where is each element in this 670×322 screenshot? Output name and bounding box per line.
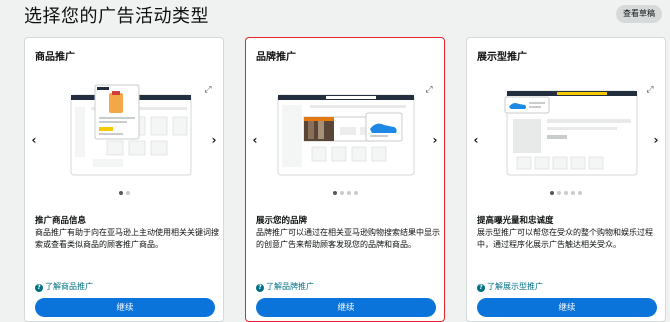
ad-preview-illustration xyxy=(277,94,415,176)
expand-icon[interactable]: ⤢ xyxy=(645,85,655,95)
card-title: 商品推广 xyxy=(35,52,75,63)
chevron-right-icon[interactable]: › xyxy=(209,133,219,147)
question-circle-icon: ? xyxy=(477,284,485,292)
description-text: 品牌推广可以通过在相关亚马逊购物搜索结果中显示的创意广告来帮助顾客发现您的品牌和… xyxy=(256,228,440,249)
learn-more-label[interactable]: 了解品牌推广 xyxy=(266,282,314,291)
carousel-dot[interactable] xyxy=(332,191,337,195)
campaign-card-sponsored-display[interactable]: 展示型推广 ⤢ ‹ › 提高曝光量和忠诚度 展示型推广可以帮您在受众的整个购物和… xyxy=(466,37,666,322)
carousel-dot[interactable] xyxy=(125,191,130,195)
continue-button[interactable]: 继续 xyxy=(256,298,436,317)
description-text: 展示型推广可以帮您在受众的整个购物和娱乐过程中，通过程序化展示广告触达相关受众。 xyxy=(477,228,653,249)
ad-preview-illustration xyxy=(504,90,638,176)
campaign-card-sponsored-brands[interactable]: 品牌推广 ⤢ ‹ › 展示您的品牌 品牌推广可以通过在相关亚马逊购物搜索结果中显… xyxy=(245,37,445,322)
description-title: 展示您的品牌 xyxy=(256,216,308,226)
description-text: 商品推广有助于向在亚马逊上主动使用相关关键词搜索或查看类似商品的顾客推广商品。 xyxy=(35,228,219,249)
chevron-right-icon[interactable]: › xyxy=(430,133,440,147)
carousel-dot[interactable] xyxy=(118,191,123,195)
chevron-right-icon[interactable]: › xyxy=(651,133,661,147)
question-circle-icon: ? xyxy=(35,284,43,292)
chevron-left-icon[interactable]: ‹ xyxy=(250,133,260,147)
view-drafts-button[interactable]: 查看草稿 xyxy=(616,5,662,23)
chevron-left-icon[interactable]: ‹ xyxy=(29,133,39,147)
expand-icon[interactable]: ⤢ xyxy=(424,85,434,95)
learn-more-link[interactable]: ? 了解品牌推广 xyxy=(256,281,314,292)
carousel-dot[interactable] xyxy=(339,191,344,195)
learn-more-label[interactable]: 了解展示型推广 xyxy=(487,282,543,291)
ad-preview-illustration xyxy=(70,84,192,176)
carousel-dot[interactable] xyxy=(578,191,582,195)
description-title: 提高曝光量和忠诚度 xyxy=(477,216,554,226)
carousel-dot[interactable] xyxy=(346,191,351,195)
page-title: 选择您的广告活动类型 xyxy=(24,6,209,27)
learn-more-link[interactable]: ? 了解展示型推广 xyxy=(477,281,543,292)
carousel-dot[interactable] xyxy=(564,191,568,195)
carousel-dots[interactable] xyxy=(246,191,444,195)
campaign-card-sponsored-products[interactable]: 商品推广 ⤢ ‹ › 推广商品信息 商品推广有助于向在亚马逊上主动使用相关关键词… xyxy=(24,37,224,322)
description-title: 推广商品信息 xyxy=(35,216,87,226)
carousel-dot[interactable] xyxy=(550,191,554,195)
continue-button[interactable]: 继续 xyxy=(477,298,657,317)
card-title: 品牌推广 xyxy=(256,52,296,63)
carousel-dots[interactable] xyxy=(25,191,223,195)
learn-more-label[interactable]: 了解商品推广 xyxy=(45,282,93,291)
carousel-dot[interactable] xyxy=(557,191,561,195)
carousel-dot[interactable] xyxy=(353,191,358,195)
card-title: 展示型推广 xyxy=(477,52,527,63)
carousel-dots[interactable] xyxy=(467,191,665,195)
continue-button[interactable]: 继续 xyxy=(35,298,215,317)
carousel-dot[interactable] xyxy=(571,191,575,195)
question-circle-icon: ? xyxy=(256,284,264,292)
chevron-left-icon[interactable]: ‹ xyxy=(471,133,481,147)
learn-more-link[interactable]: ? 了解商品推广 xyxy=(35,281,93,292)
expand-icon[interactable]: ⤢ xyxy=(203,85,213,95)
